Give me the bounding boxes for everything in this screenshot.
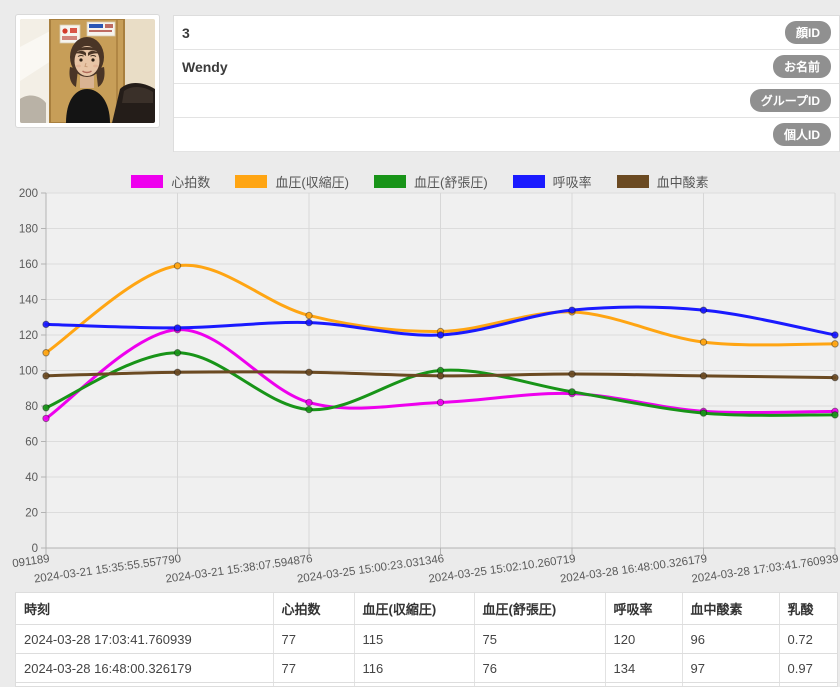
data-point xyxy=(437,373,443,379)
table-cell: 2024-03-28 16:48:00.326179 xyxy=(16,654,273,683)
data-point xyxy=(832,374,838,380)
table-cell xyxy=(16,683,273,687)
data-point xyxy=(832,412,838,418)
table-cell: 0.97 xyxy=(779,654,838,683)
x-tick-label: 2024-03-28 16:48:00.326179 xyxy=(559,553,708,586)
vitals-table-wrap: 時刻心拍数血圧(収縮圧)血圧(舒張圧)呼吸率血中酸素乳酸 2024-03-28 … xyxy=(15,592,838,687)
vitals-table: 時刻心拍数血圧(収縮圧)血圧(舒張圧)呼吸率血中酸素乳酸 2024-03-28 … xyxy=(16,593,838,687)
face-id-value: 3 xyxy=(182,25,785,41)
table-header-cell: 血圧(収縮圧) xyxy=(354,593,474,625)
y-tick-label: 40 xyxy=(25,472,38,484)
y-tick-label: 200 xyxy=(19,188,38,200)
table-row xyxy=(16,683,838,687)
data-point xyxy=(569,389,575,395)
data-point xyxy=(700,410,706,416)
table-cell xyxy=(273,683,354,687)
table-cell: 75 xyxy=(474,625,605,654)
field-name: Wendy お名前 xyxy=(174,50,839,84)
data-point xyxy=(43,415,49,421)
table-cell xyxy=(474,683,605,687)
profile-fields-panel: 3 顔ID Wendy お名前 グループID 個人ID xyxy=(173,15,840,152)
table-cell: 116 xyxy=(354,654,474,683)
vitals-line-chart: 0204060801001201401601802000911892024-03… xyxy=(0,165,840,587)
x-tick-label: 091189 xyxy=(12,553,51,570)
data-point xyxy=(306,406,312,412)
table-header-cell: 時刻 xyxy=(16,593,273,625)
table-header-cell: 乳酸 xyxy=(779,593,838,625)
table-row: 2024-03-28 17:03:41.7609397711575120960.… xyxy=(16,625,838,654)
data-point xyxy=(43,405,49,411)
table-header-cell: 心拍数 xyxy=(273,593,354,625)
y-tick-label: 160 xyxy=(19,259,38,271)
data-point xyxy=(437,399,443,405)
table-cell: 77 xyxy=(273,654,354,683)
table-cell: 0.72 xyxy=(779,625,838,654)
data-point xyxy=(700,373,706,379)
y-tick-label: 140 xyxy=(19,295,38,307)
data-point xyxy=(569,371,575,377)
table-row: 2024-03-28 16:48:00.3261797711676134970.… xyxy=(16,654,838,683)
y-tick-label: 100 xyxy=(19,366,38,378)
name-badge: お名前 xyxy=(773,55,831,78)
vitals-chart-section: 心拍数血圧(収縮圧)血圧(舒張圧)呼吸率血中酸素 020406080100120… xyxy=(0,165,840,587)
table-header-cell: 呼吸率 xyxy=(605,593,682,625)
y-tick-label: 180 xyxy=(19,224,38,236)
data-point xyxy=(174,369,180,375)
x-tick-label: 2024-03-25 15:02:10.260719 xyxy=(428,553,577,586)
table-cell: 97 xyxy=(682,654,779,683)
x-tick-label: 2024-03-21 15:38:07.594876 xyxy=(165,553,314,586)
table-cell: 134 xyxy=(605,654,682,683)
field-face-id: 3 顔ID xyxy=(174,16,839,50)
face-id-badge: 顔ID xyxy=(785,21,831,44)
data-point xyxy=(43,321,49,327)
data-point xyxy=(832,341,838,347)
table-cell xyxy=(779,683,838,687)
table-header-cell: 血圧(舒張圧) xyxy=(474,593,605,625)
y-tick-label: 20 xyxy=(25,508,38,520)
table-cell xyxy=(605,683,682,687)
person-id-badge: 個人ID xyxy=(773,123,831,146)
data-point xyxy=(437,332,443,338)
table-cell: 76 xyxy=(474,654,605,683)
data-point xyxy=(700,307,706,313)
x-tick-label: 2024-03-25 15:00:23.031346 xyxy=(296,553,445,586)
table-cell: 115 xyxy=(354,625,474,654)
table-cell xyxy=(354,683,474,687)
x-tick-label: 2024-03-28 17:03:41.760939 xyxy=(691,553,840,586)
y-tick-label: 60 xyxy=(25,437,38,449)
table-header-row: 時刻心拍数血圧(収縮圧)血圧(舒張圧)呼吸率血中酸素乳酸 xyxy=(16,593,838,625)
data-point xyxy=(306,312,312,318)
data-point xyxy=(174,325,180,331)
data-point xyxy=(43,373,49,379)
field-group-id: グループID xyxy=(174,84,839,118)
data-point xyxy=(700,339,706,345)
y-tick-label: 120 xyxy=(19,330,38,342)
y-tick-label: 0 xyxy=(32,543,38,555)
profile-photo-card xyxy=(15,14,160,128)
table-header-cell: 血中酸素 xyxy=(682,593,779,625)
table-cell xyxy=(682,683,779,687)
table-cell: 77 xyxy=(273,625,354,654)
y-tick-label: 80 xyxy=(25,401,38,413)
profile-photo xyxy=(20,19,155,123)
data-point xyxy=(306,399,312,405)
table-cell: 120 xyxy=(605,625,682,654)
name-value: Wendy xyxy=(182,59,773,75)
data-point xyxy=(174,263,180,269)
field-person-id: 個人ID xyxy=(174,118,839,152)
table-cell: 2024-03-28 17:03:41.760939 xyxy=(16,625,273,654)
data-point xyxy=(43,350,49,356)
data-point xyxy=(306,369,312,375)
table-cell: 96 xyxy=(682,625,779,654)
data-point xyxy=(569,307,575,313)
group-id-badge: グループID xyxy=(750,89,831,112)
x-tick-label: 2024-03-21 15:35:55.557790 xyxy=(33,553,182,586)
data-point xyxy=(306,319,312,325)
data-point xyxy=(174,350,180,356)
data-point xyxy=(832,332,838,338)
